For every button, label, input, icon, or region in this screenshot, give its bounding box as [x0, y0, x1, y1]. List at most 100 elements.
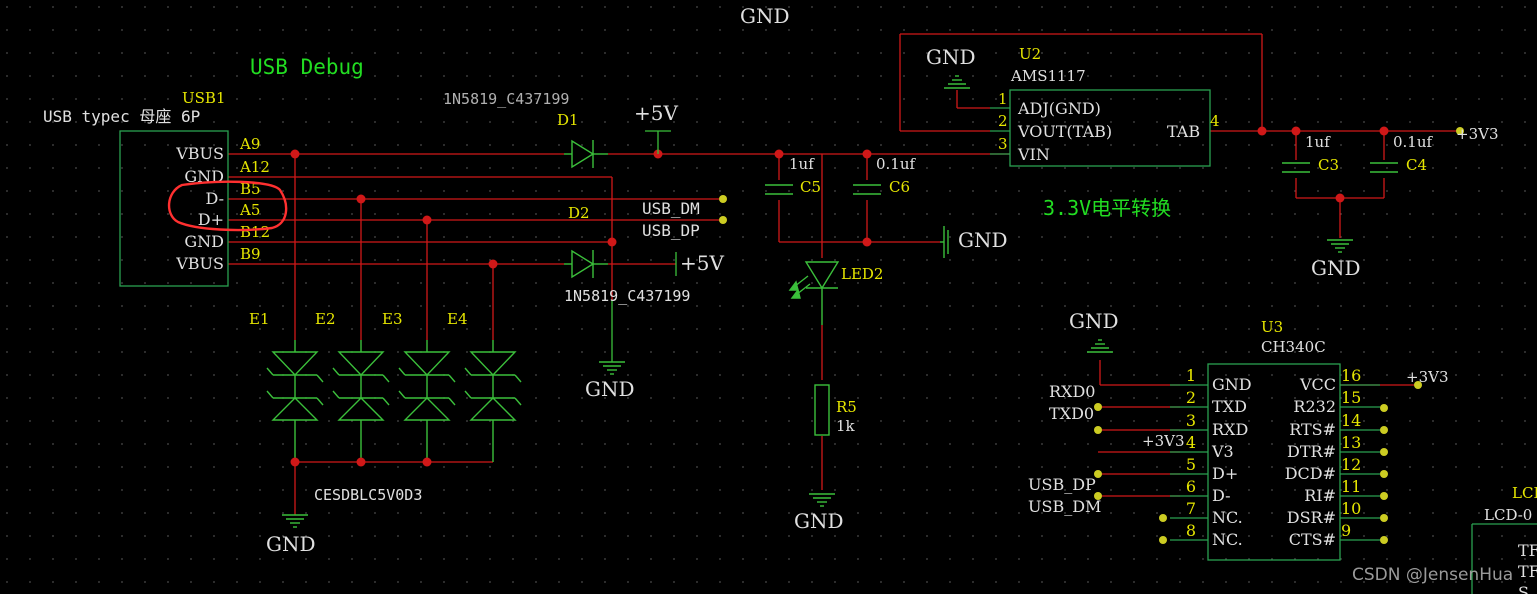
u3-right-pin-number: 14 [1341, 411, 1361, 430]
c6-ref: C6 [889, 178, 910, 196]
u3-right-pin-name: DCD# [1285, 464, 1336, 483]
usb-pin-name: GND [184, 232, 224, 251]
u3-left-pin-name: NC. [1212, 530, 1243, 549]
usb-pin-name: D- [205, 189, 224, 208]
u2-pin-vout: VOUT(TAB) [1017, 122, 1112, 141]
u3-left-pin-name: V3 [1211, 442, 1234, 461]
u3-left-pin-name: RXD [1212, 420, 1248, 439]
watermark: CSDN @JensenHua [1352, 565, 1513, 585]
gnd-usb-label: GND [585, 377, 635, 401]
rxd0-net: RXD0 [1049, 382, 1095, 401]
u3-right-pin-number: 11 [1341, 477, 1361, 496]
u3-left-pin-name: GND [1212, 375, 1252, 394]
e4-ref: E4 [447, 310, 468, 328]
usb-dp-net: USB_DP [642, 221, 700, 240]
u3-right-pin-name: R232 [1293, 397, 1336, 416]
usb-dm-u3-net: USB_DM [1028, 497, 1101, 516]
usb-pin-name: VBUS [175, 144, 224, 163]
c4-val: 0.1uf [1393, 133, 1434, 151]
lcd-ref: LCD [1512, 484, 1537, 502]
u3-left-pin-number: 6 [1186, 477, 1196, 496]
usb-dm-net: USB_DM [642, 199, 700, 218]
u3-ref: U3 [1261, 318, 1283, 336]
u2-pin-tab: TAB [1167, 122, 1200, 141]
u3-left-pin-number: 1 [1186, 366, 1196, 385]
schematic-canvas: VBUS A9GND A12D- B5D+ A5GND B12VBUS B9 1… [0, 0, 1537, 594]
p5v-d2: +5V [680, 251, 724, 275]
d1-ref: D1 [557, 111, 579, 129]
u2-pin-adj: ADJ(GND) [1017, 99, 1101, 118]
u3-left-pin-name: D- [1212, 486, 1231, 505]
c6-val: 0.1uf [876, 155, 917, 173]
p3v3-reg: +3V3 [1456, 125, 1499, 143]
usb-pin-name: D+ [198, 210, 224, 229]
c3-val: 1uf [1305, 133, 1331, 151]
c4-ref: C4 [1406, 156, 1427, 174]
u2-pin-vin: VIN [1017, 145, 1050, 164]
lcd-pin-tf2: TF [1518, 562, 1537, 581]
u2-pin-4: 4 [1210, 112, 1220, 130]
e3-ref: E3 [382, 310, 403, 328]
u3-left-pin-number: 7 [1186, 499, 1196, 518]
lcd-pin-tf1: TF [1518, 541, 1537, 560]
u3-right-pin-name: RTS# [1289, 420, 1336, 439]
u3-left-pin-name: TXD [1212, 397, 1247, 416]
u3-right-pin-name: VCC [1299, 375, 1336, 394]
u3-left-pin-number: 8 [1186, 521, 1196, 540]
usb1-name: USB typec 母座 6P [43, 107, 200, 126]
lcd-pin-s: S [1518, 583, 1529, 594]
gnd-reg-label: GND [1311, 256, 1361, 280]
u3-right-pin-number: 9 [1341, 521, 1351, 540]
usb-pin-number: B9 [240, 245, 261, 263]
u2-pin-3: 3 [998, 135, 1008, 153]
txd0-net: TXD0 [1049, 404, 1094, 423]
gnd-caps-label: GND [958, 228, 1008, 252]
c5-val: 1uf [789, 155, 815, 173]
p3v3-vcc-net: +3V3 [1406, 368, 1449, 386]
lcd-part: LCD-0 [1484, 506, 1532, 524]
p5v-top: +5V [634, 101, 678, 125]
u2-pin-1: 1 [998, 90, 1008, 108]
u3-right-pin-name: DSR# [1287, 508, 1336, 527]
u3-left-pin-name: NC. [1212, 508, 1243, 527]
led2-ref: LED2 [841, 265, 883, 283]
u2-ref: U2 [1019, 45, 1041, 63]
u3-part: CH340C [1261, 338, 1326, 356]
e1-ref: E1 [249, 310, 270, 328]
usb-debug-title: USB Debug [250, 55, 364, 79]
r5-val: 1k [836, 417, 856, 435]
usb-pin-number: B12 [240, 223, 270, 241]
gnd-tvs-label: GND [266, 532, 316, 556]
d2-part: 1N5819_C437199 [564, 287, 690, 305]
gnd-u3-label: GND [1069, 309, 1119, 333]
c3-ref: C3 [1318, 156, 1339, 174]
u3-right-pin-number: 15 [1341, 388, 1361, 407]
d1-part: 1N5819_C437199 [443, 90, 569, 108]
usb-pin-number: A9 [239, 135, 260, 153]
u3-left-pin-number: 5 [1186, 455, 1196, 474]
u3-left-pin-number: 3 [1186, 411, 1196, 430]
u3-right-pin-number: 13 [1341, 433, 1361, 452]
u3-right-pin-name: RI# [1304, 486, 1336, 505]
u3-left-pin-number: 4 [1186, 433, 1196, 452]
u2-pin-2: 2 [998, 112, 1008, 130]
u3-right-pin-number: 10 [1341, 499, 1361, 518]
usb-dp-u3-net: USB_DP [1028, 475, 1096, 494]
gnd-u2-label: GND [926, 45, 976, 69]
p3v3-v3-net: +3V3 [1142, 432, 1185, 450]
usb-pin-number: A5 [239, 201, 260, 219]
usb-pin-name: VBUS [175, 254, 224, 273]
u3-right-pin-name: DTR# [1287, 442, 1336, 461]
tvs-part: CESDBLC5V0D3 [314, 486, 422, 504]
u2-part: AMS1117 [1010, 67, 1086, 85]
e2-ref: E2 [315, 310, 336, 328]
d2-ref: D2 [568, 204, 590, 222]
u3-right-pin-number: 16 [1341, 366, 1361, 385]
u3-right-pin-name: CTS# [1289, 530, 1336, 549]
gnd-top-label: GND [740, 4, 790, 28]
r5-ref: R5 [836, 398, 857, 416]
usb1-ref: USB1 [182, 89, 225, 107]
usb-pin-number: A12 [239, 158, 270, 176]
gnd-led-label: GND [794, 509, 844, 533]
c5-ref: C5 [800, 178, 821, 196]
